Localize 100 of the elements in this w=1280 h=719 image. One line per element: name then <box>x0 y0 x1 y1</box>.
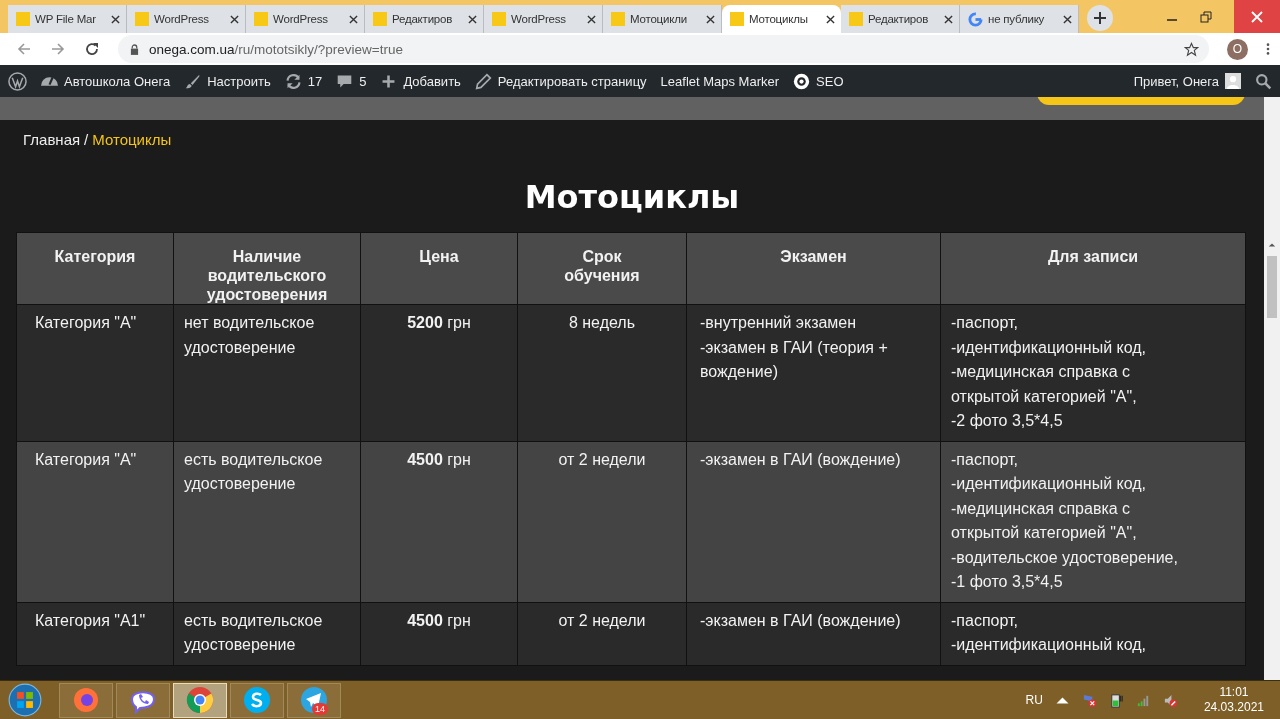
column-header: Цена <box>360 232 518 305</box>
site-logo-icon <box>849 12 863 26</box>
url-text: onega.com.ua/ru/mototsikly/?preview=true <box>149 41 404 57</box>
column-header: Категория <box>16 232 174 305</box>
table-cell: -паспорт, -идентификационный код, <box>940 602 1246 665</box>
table-cell: -паспорт, -идентификационный код, -медицинская справка с открытой категорией "А", -2 фото 3,5*4,5 <box>940 304 1246 441</box>
browser-tab[interactable]: WordPress <box>127 5 246 33</box>
browser-tab[interactable]: Редактиров <box>365 5 484 33</box>
table-cell: -экзамен в ГАИ (вождение) <box>686 441 941 602</box>
table-cell: Категория "А1" <box>16 602 174 665</box>
clock[interactable]: 11:01 24.03.2021 <box>1203 685 1264 715</box>
admin-bar-item[interactable]: Редактировать страницу <box>474 72 647 90</box>
reload-icon[interactable] <box>84 41 100 57</box>
browser-tab[interactable]: не публику <box>960 5 1079 33</box>
close-icon[interactable] <box>826 14 835 24</box>
tab-title: WordPress <box>154 13 210 25</box>
tab-title: Мотоциклы <box>749 13 809 25</box>
close-icon <box>1251 10 1263 23</box>
admin-bar-item[interactable]: Добавить <box>380 72 461 90</box>
table-cell: -внутренний экзамен -экзамен в ГАИ (теория + вождение) <box>686 304 941 441</box>
chrome-logo-icon <box>185 685 215 715</box>
bookmark-star-icon[interactable] <box>1184 41 1199 57</box>
lock-icon <box>130 43 139 55</box>
browser-tab[interactable]: Мотоциклы <box>722 5 841 33</box>
admin-bar-item[interactable]: 17 <box>284 72 323 90</box>
site-logo-icon <box>492 12 506 26</box>
table-cell: -экзамен в ГАИ (вождение) <box>686 602 941 665</box>
browser-tab[interactable]: WordPress <box>484 5 603 33</box>
flag-error-icon[interactable] <box>1081 692 1097 708</box>
tab-title: Редактиров <box>868 13 930 25</box>
new-tab-button[interactable] <box>1087 5 1113 31</box>
browser-tab[interactable]: Редактиров <box>841 5 960 33</box>
admin-bar-item[interactable]: Настроить <box>184 72 271 90</box>
brush-icon <box>184 72 202 90</box>
battery-icon[interactable] <box>1108 692 1124 708</box>
taskbar-app[interactable]: 14 <box>287 682 341 718</box>
page-title: Мотоциклы <box>523 178 741 218</box>
account-menu[interactable]: Привет, Онега <box>1133 73 1241 89</box>
browser-tab[interactable]: Мотоцикли <box>603 5 722 33</box>
browser-tab[interactable]: WordPress <box>246 5 365 33</box>
table-cell: от 2 недели <box>517 602 687 665</box>
close-icon[interactable] <box>1063 14 1072 24</box>
table-cell: 4500 грн <box>360 602 518 665</box>
close-window-button[interactable] <box>1234 0 1280 33</box>
fox-globe-icon <box>71 685 101 715</box>
breadcrumb-link[interactable]: Главная <box>23 131 81 148</box>
browser-tab[interactable]: WP File Mar <box>8 5 127 33</box>
table-cell: есть водительское удостоверение <box>173 602 361 665</box>
close-icon[interactable] <box>349 14 358 24</box>
gear-icon <box>793 72 811 90</box>
close-icon[interactable] <box>111 14 120 24</box>
scroll-up-icon[interactable] <box>1268 242 1276 248</box>
tab-title: не публику <box>988 13 1046 25</box>
table-cell: есть водительское удостоверение <box>173 441 361 602</box>
plus-icon <box>1094 12 1106 24</box>
column-header: Наличие водительского удостоверения <box>173 232 361 305</box>
profile-avatar[interactable]: О <box>1227 38 1248 60</box>
admin-bar-item[interactable]: SEO <box>793 72 844 90</box>
address-field[interactable]: onega.com.ua/ru/mototsikly/?preview=true <box>118 35 1209 63</box>
taskbar-app[interactable] <box>230 682 284 718</box>
close-icon[interactable] <box>587 14 596 24</box>
breadcrumb-current: Мотоциклы <box>92 131 172 148</box>
tab-title: WP File Mar <box>35 13 97 25</box>
site-logo-icon <box>611 12 625 26</box>
close-icon[interactable] <box>230 14 239 24</box>
table-cell: от 2 недели <box>517 441 687 602</box>
forward-icon[interactable] <box>50 41 66 57</box>
back-icon[interactable] <box>16 41 32 57</box>
table-cell: 5200 грн <box>360 304 518 441</box>
scrollbar[interactable] <box>1264 97 1280 680</box>
menu-icon[interactable] <box>1266 42 1270 56</box>
taskbar-app[interactable] <box>116 682 170 718</box>
site-logo-icon <box>373 12 387 26</box>
tab-title: WordPress <box>273 13 329 25</box>
chat-circle-icon <box>242 685 272 715</box>
restore-icon[interactable] <box>1200 10 1212 23</box>
table-cell: Категория "А" <box>16 441 174 602</box>
refresh-icon <box>284 72 302 90</box>
table-cell: 4500 грн <box>360 441 518 602</box>
close-icon[interactable] <box>706 14 715 24</box>
wordpress-logo-icon[interactable] <box>8 71 27 91</box>
start-button[interactable] <box>8 683 42 717</box>
admin-bar-item[interactable]: Автошкола Онега <box>41 72 171 90</box>
pencil-icon <box>474 72 492 90</box>
table-cell: 8 недель <box>517 304 687 441</box>
admin-bar-item[interactable]: Leaflet Maps Marker <box>660 73 780 89</box>
table-cell: Категория "А" <box>16 304 174 441</box>
search-icon[interactable] <box>1255 72 1272 90</box>
site-logo-icon <box>16 12 30 26</box>
admin-bar-item[interactable]: 5 <box>336 72 367 90</box>
tab-title: WordPress <box>511 13 567 25</box>
site-logo-icon <box>135 12 149 26</box>
close-icon[interactable] <box>944 14 953 24</box>
scroll-thumb[interactable] <box>1267 256 1277 318</box>
column-header: Для записи <box>940 232 1246 305</box>
close-icon[interactable] <box>468 14 477 24</box>
google-icon <box>968 11 983 27</box>
table-cell: нет водительское удостоверение <box>173 304 361 441</box>
tab-title: Редактиров <box>392 13 454 25</box>
language-indicator[interactable]: RU <box>1025 693 1043 707</box>
